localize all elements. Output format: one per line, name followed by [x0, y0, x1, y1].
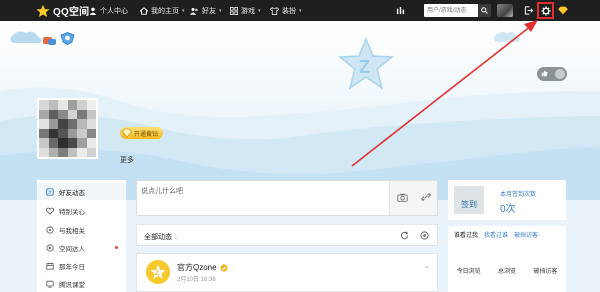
refresh-icon[interactable] [399, 230, 409, 240]
sidebar-item-on-this-day[interactable]: 那年今日 [37, 257, 126, 274]
chevron-down-icon: ⌄ [174, 235, 179, 241]
talent-icon [46, 243, 54, 252]
chevron-down-icon: ▾ [219, 7, 222, 14]
chevron-down-icon[interactable]: ⌄ [424, 262, 430, 270]
feed-filter-bar: 全部动态 ⌄ [136, 224, 438, 246]
visitor-tabs: 谁看过我 我看过谁 被挡访客 [448, 226, 566, 243]
visitor-card: 谁看过我 我看过谁 被挡访客 今日浏览 总浏览 被挡访客 [448, 226, 566, 292]
stat-total-views: 总浏览 [497, 269, 516, 275]
checkin-card: 签到 本月签到次数 0次 [448, 180, 566, 220]
like-toggle[interactable] [537, 67, 567, 81]
user-avatar[interactable] [497, 4, 513, 17]
yellow-diamond-icon [122, 128, 132, 138]
feed-icon [46, 187, 54, 196]
chevron-down-icon: ▾ [258, 7, 261, 14]
notification-dot [115, 246, 118, 249]
sidebar-item-label: 与我相关 [59, 227, 85, 235]
logout-icon[interactable] [522, 4, 535, 17]
post-author[interactable]: 官方Qzone [177, 262, 228, 273]
vip-label: 开通黄钻 [134, 131, 159, 138]
status-composer[interactable]: 说点儿什么吧 [136, 180, 438, 216]
bars-icon[interactable] [396, 6, 405, 15]
search-icon[interactable] [478, 4, 491, 17]
sidebar-item-label: 空间达人 [59, 245, 85, 253]
checkin-button[interactable]: 签到 [454, 186, 484, 214]
link-icon[interactable] [420, 192, 431, 204]
search-input[interactable] [424, 4, 476, 17]
cloud-mascot-icon [43, 36, 57, 45]
stat-blocked-visitors: 被挡访客 [533, 269, 558, 275]
heart-icon [46, 207, 54, 215]
sidebar-item-friend-feed[interactable]: 好友动态 [37, 183, 126, 200]
tab-who-i-viewed[interactable]: 我看过谁 [484, 230, 508, 239]
nav-label: 我的主页 [151, 7, 179, 15]
verified-icon [219, 263, 228, 272]
svg-text:Z: Z [155, 270, 159, 277]
tab-who-viewed-me[interactable]: 谁看过我 [454, 230, 478, 239]
grid-icon [229, 6, 238, 15]
sidebar-item-label: 好友动态 [59, 189, 85, 197]
nav-games[interactable]: 游戏 ▾ [229, 4, 261, 17]
sidebar-item-label: 腾讯课堂 [59, 281, 85, 289]
visitor-stats: 今日浏览 总浏览 被挡访客 [448, 266, 566, 280]
sidebar-item-label: 特别关心 [59, 208, 85, 216]
search-box [424, 4, 491, 17]
shirt-icon [270, 6, 279, 15]
nav-personal-center[interactable]: 个人中心 [88, 4, 128, 17]
mascot-badge-icon [60, 32, 75, 45]
nav-label: 装扮 [282, 7, 296, 15]
sidebar-item-special-care[interactable]: 特别关心 [37, 202, 126, 219]
open-vip-badge[interactable]: 开通黄钻 [120, 127, 164, 139]
settings-circle-icon[interactable] [419, 230, 429, 240]
nav-label: 游戏 [241, 7, 255, 15]
sidebar-item-label: 那年今日 [59, 263, 85, 271]
post-date: 2月10日 16:36 [177, 277, 216, 283]
star-logo-icon [36, 4, 50, 17]
toggle-knob [555, 69, 565, 79]
chevron-down-icon: ▾ [299, 7, 302, 14]
profile-photo[interactable] [37, 98, 98, 159]
star-logo-icon: Z [150, 264, 166, 279]
calendar-icon [46, 262, 54, 270]
sidebar-item-space-talent[interactable]: 空间达人 [37, 239, 126, 256]
diamond-icon[interactable] [556, 4, 569, 17]
friends-icon [190, 6, 199, 15]
nav-friends[interactable]: 好友 ▾ [190, 4, 222, 17]
checkin-button-label: 签到 [461, 200, 477, 209]
thumbs-up-icon [541, 70, 548, 79]
feed-post: Z 官方Qzone 2月10日 16:36 ⌄ [136, 253, 438, 292]
filter-label: 全部动态 [144, 234, 172, 241]
feed-filter-dropdown[interactable]: 全部动态 ⌄ [144, 232, 178, 242]
checkin-month-label: 本月签到次数 [500, 192, 537, 198]
class-icon [46, 280, 54, 288]
nav-decorate[interactable]: 装扮 ▾ [270, 4, 302, 17]
left-sidebar: 好友动态 特别关心 与我相关 空间达人 那年今日 腾讯课堂 [37, 180, 126, 292]
bell-icon [46, 225, 54, 234]
person-icon [88, 6, 97, 15]
qzone-official-avatar[interactable]: Z [146, 260, 170, 284]
author-name: 官方Qzone [177, 263, 217, 272]
more-link[interactable]: 更多 [120, 155, 134, 165]
nav-label: 个人中心 [100, 7, 128, 15]
qzone-logo[interactable]: QQ空间 [36, 3, 89, 18]
nav-my-homepage[interactable]: 我的主页 ▾ [139, 4, 185, 17]
nav-label: 好友 [202, 7, 216, 15]
chevron-down-icon: ▾ [182, 7, 185, 14]
camera-icon[interactable] [396, 193, 408, 204]
checkin-count: 0次 [500, 204, 516, 215]
mosaic-image [39, 100, 96, 157]
composer-placeholder: 说点儿什么吧 [141, 188, 183, 195]
home-icon [139, 6, 148, 15]
svg-text:Z: Z [359, 57, 370, 77]
tab-blocked-visitors[interactable]: 被挡访客 [514, 230, 538, 239]
stat-today-views: 今日浏览 [456, 269, 481, 275]
sidebar-item-tencent-class[interactable]: 腾讯课堂 [37, 275, 126, 292]
gear-icon[interactable] [539, 4, 552, 17]
composer-tools [389, 181, 437, 215]
logo-text: QQ空间 [53, 7, 90, 18]
sidebar-item-related[interactable]: 与我相关 [37, 221, 126, 238]
top-navigation-bar: QQ空间 个人中心 我的主页 ▾ 好友 ▾ 游戏 ▾ 装扮 ▾ [0, 0, 600, 21]
